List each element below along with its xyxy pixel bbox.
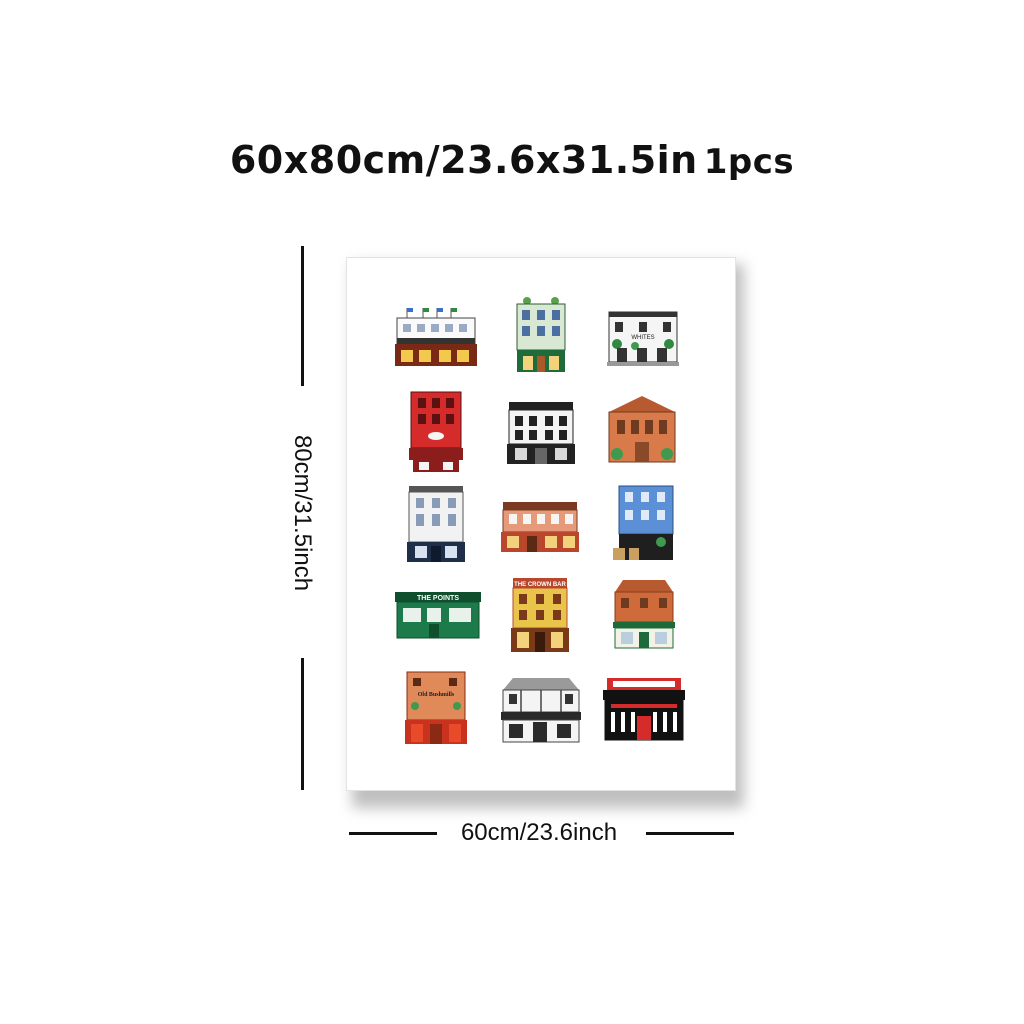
building-tricolour-pub <box>395 306 477 366</box>
building-tudor-pub <box>501 676 581 744</box>
quantity-text: 1pcs <box>703 142 795 182</box>
building-red-black-bar <box>603 676 685 742</box>
product-size-title: 60x80cm/23.6x31.5in 1pcs <box>0 138 1024 182</box>
the-points-sign-text: THE POINTS <box>417 595 459 602</box>
size-text: 60x80cm/23.6x31.5in <box>229 138 698 182</box>
canvas-print: WHITES THE POINTS THE CROWN BAR Old Bush… <box>347 258 735 790</box>
building-blue-tile-pub <box>611 484 675 562</box>
building-brick-pub <box>501 500 579 552</box>
width-dimension-line-left <box>349 832 437 835</box>
building-green-pub <box>515 296 567 372</box>
old-bushmills-sign-text: Old Bushmills <box>418 692 455 698</box>
building-white-townhouse <box>407 484 465 562</box>
building-brick-church <box>605 394 679 464</box>
whites-sign-text: WHITES <box>631 335 654 341</box>
height-dimension-label: 80cm/31.5inch <box>289 434 316 592</box>
height-dimension-line-top <box>301 246 304 386</box>
width-dimension-label: 60cm/23.6inch <box>460 819 618 846</box>
building-crown-bar: THE CROWN BAR <box>511 576 569 652</box>
building-old-bushmills: Old Bushmills <box>405 670 467 744</box>
building-whites-tavern: WHITES <box>607 310 679 366</box>
building-kelly-pub <box>507 400 575 464</box>
building-the-points: THE POINTS <box>395 590 481 640</box>
height-dimension-line-bottom <box>301 658 304 790</box>
width-dimension-line-right <box>646 832 734 835</box>
crown-bar-sign-text: THE CROWN BAR <box>514 582 566 588</box>
building-red-pub <box>409 390 463 472</box>
building-corner-brick-pub <box>613 578 675 650</box>
